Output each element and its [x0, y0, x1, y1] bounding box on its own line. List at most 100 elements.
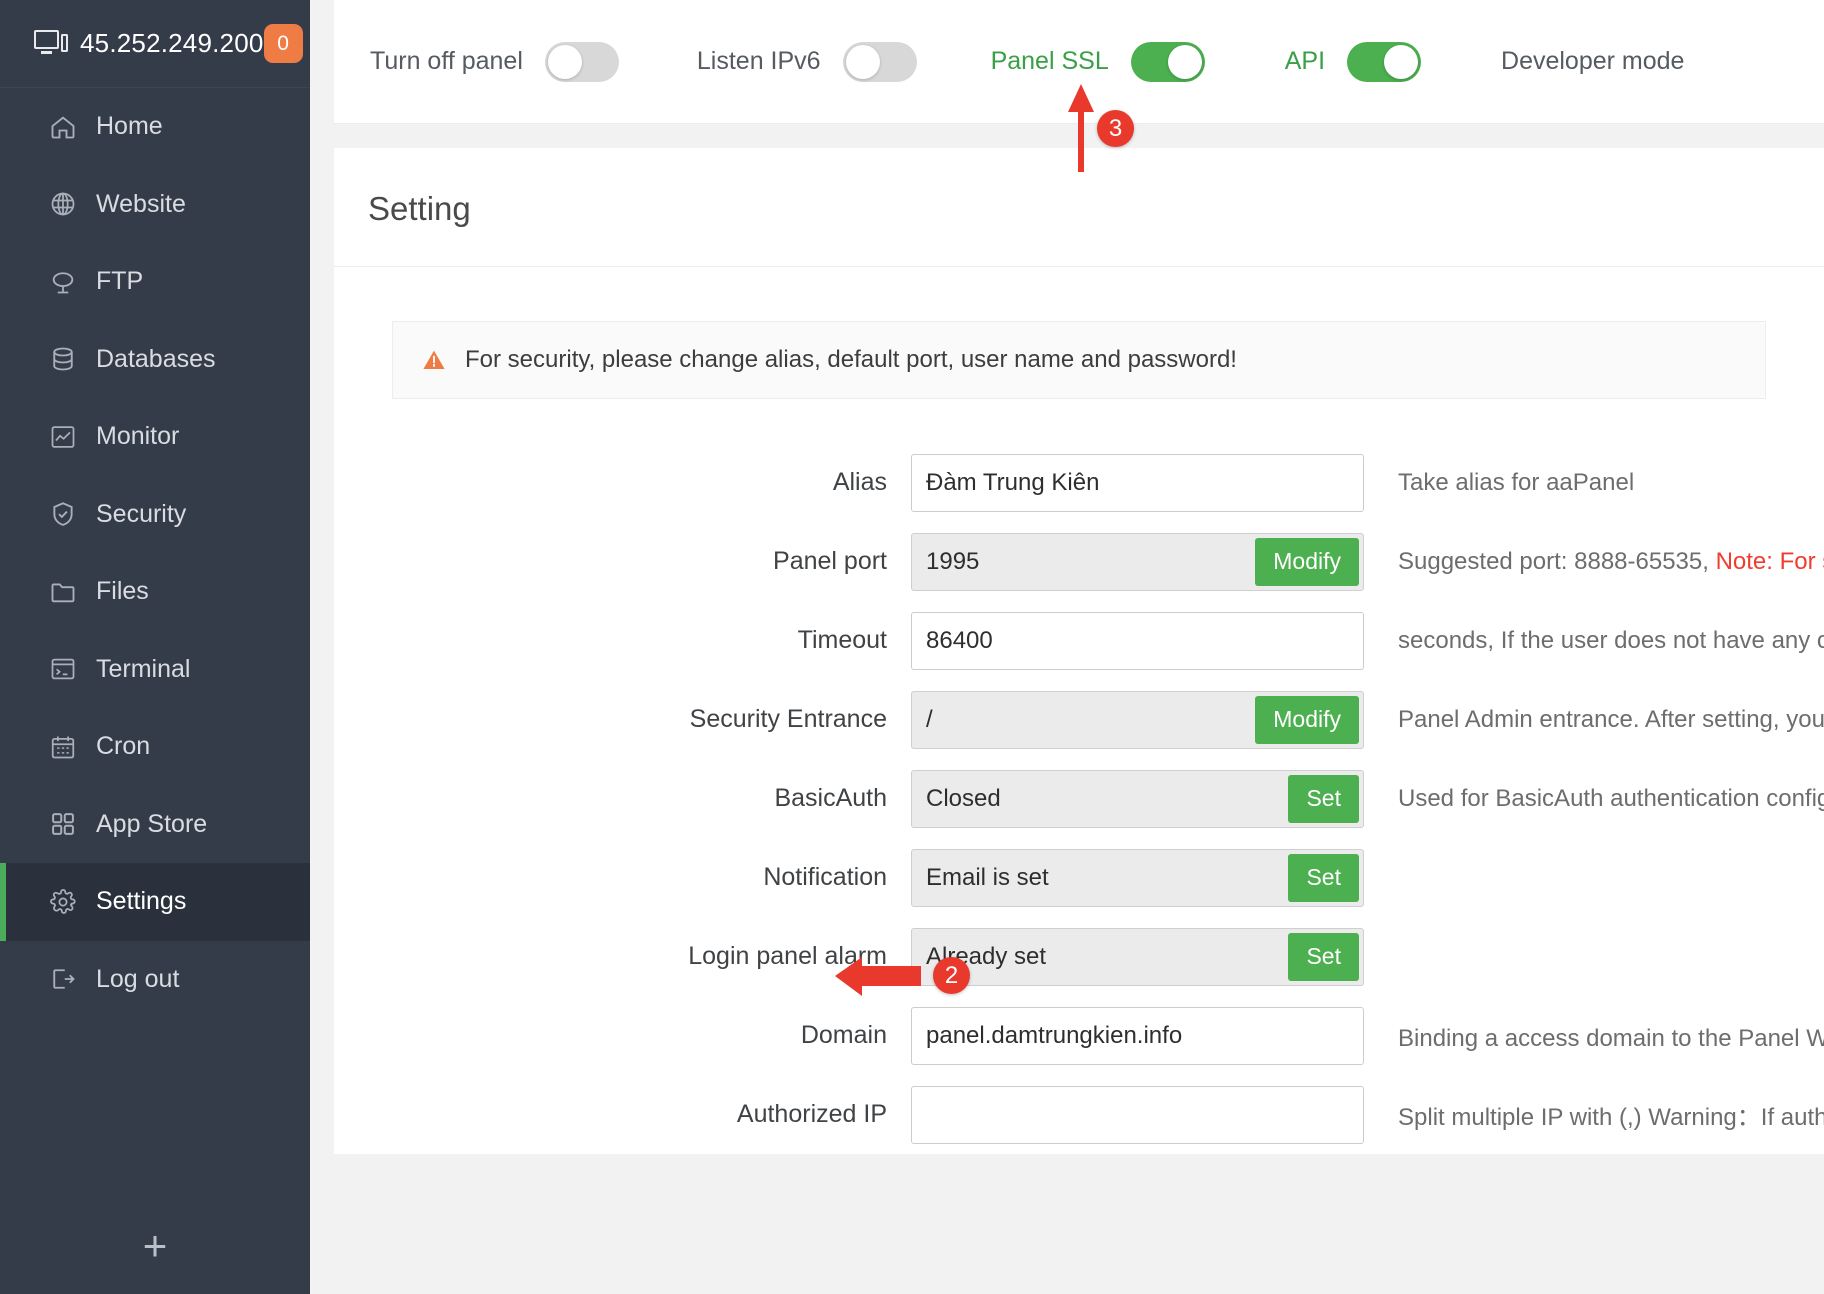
toggle-knob — [548, 45, 582, 79]
authorized-ip-label: Authorized IP — [334, 1100, 911, 1129]
form-row-authorized-ip: Authorized IP Split multiple IP with (,)… — [334, 1075, 1824, 1154]
alias-help-text: Take alias for aaPanel — [1398, 469, 1824, 497]
form-row-notification: Notification Set — [334, 838, 1824, 917]
sidebar-item-label: FTP — [96, 267, 143, 296]
security-notice-text: For security, please change alias, defau… — [465, 346, 1237, 374]
sidebar-item-website[interactable]: Website — [0, 166, 310, 244]
sidebar-item-label: Log out — [96, 965, 179, 994]
folder-icon — [48, 577, 78, 607]
panel-port-help-normal: Suggested port: 8888-65535, — [1398, 548, 1716, 575]
sidebar-item-label: App Store — [96, 810, 207, 839]
sidebar-item-cron[interactable]: Cron — [0, 708, 310, 786]
api-control: API — [1285, 42, 1421, 82]
listen-ipv6-control: Listen IPv6 — [697, 42, 917, 82]
toggle-knob — [1384, 45, 1418, 79]
api-label: API — [1285, 47, 1325, 76]
security-entrance-field-wrap: Modify — [911, 691, 1364, 749]
developer-mode-label: Developer mode — [1501, 47, 1684, 76]
login-panel-alarm-field-wrap: Set — [911, 928, 1364, 986]
notification-label: Notification — [334, 863, 911, 892]
alias-input[interactable] — [911, 454, 1364, 512]
logout-icon — [48, 964, 78, 994]
form-row-timeout: Timeout seconds, If the user does not ha… — [334, 601, 1824, 680]
main-content: Turn off panel Listen IPv6 Panel SSL API… — [310, 0, 1824, 1294]
sidebar-item-terminal[interactable]: Terminal — [0, 631, 310, 709]
sidebar-item-label: Security — [96, 500, 186, 529]
sidebar-item-settings[interactable]: Settings — [0, 863, 310, 941]
panel-port-label: Panel port — [334, 547, 911, 576]
form-row-domain: Domain Binding a access domain to the Pa… — [334, 996, 1824, 1075]
login-panel-alarm-set-button[interactable]: Set — [1288, 933, 1359, 981]
login-panel-alarm-label: Login panel alarm — [334, 942, 911, 971]
panel-ssl-label: Panel SSL — [991, 47, 1109, 76]
annotation-badge-3: 3 — [1097, 110, 1134, 147]
panel-port-modify-button[interactable]: Modify — [1255, 538, 1359, 586]
settings-form: Alias Take alias for aaPanel Panel port … — [334, 399, 1824, 1154]
api-toggle[interactable] — [1347, 42, 1421, 82]
sidebar-add-button[interactable]: + — [0, 1198, 310, 1294]
plus-icon: + — [143, 1225, 168, 1267]
sidebar-item-home[interactable]: Home — [0, 88, 310, 166]
form-row-alias: Alias Take alias for aaPanel — [334, 443, 1824, 522]
app-root: 45.252.249.200 0 Home Web — [0, 0, 1824, 1294]
timeout-input[interactable] — [911, 612, 1364, 670]
sidebar-item-label: Databases — [96, 345, 216, 374]
sidebar-item-app-store[interactable]: App Store — [0, 786, 310, 864]
warning-triangle-icon — [421, 348, 447, 372]
form-row-panel-port: Panel port Modify Suggested port: 8888-6… — [334, 522, 1824, 601]
panel-port-help-warning: Note: For servers with s — [1716, 548, 1824, 575]
sidebar-item-label: Settings — [96, 887, 186, 916]
page-title-bar: Setting — [334, 148, 1824, 267]
gear-icon — [48, 887, 78, 917]
alias-field-wrap — [911, 454, 1364, 512]
sidebar-menu: Home Website — [0, 88, 310, 1198]
sidebar-item-label: Website — [96, 190, 186, 219]
timeout-help-text: seconds, If the user does not have any o… — [1398, 627, 1824, 655]
basicauth-set-button[interactable]: Set — [1288, 775, 1359, 823]
home-icon — [48, 112, 78, 142]
sidebar-item-ftp[interactable]: FTP — [0, 243, 310, 321]
server-monitor-icon — [34, 30, 68, 58]
calendar-icon — [48, 732, 78, 762]
monitor-chart-icon — [48, 422, 78, 452]
turn-off-panel-toggle[interactable] — [545, 42, 619, 82]
developer-mode-control[interactable]: Developer mode — [1501, 47, 1706, 76]
globe-icon — [48, 189, 78, 219]
timeout-label: Timeout — [334, 626, 911, 655]
database-icon — [48, 344, 78, 374]
sidebar-item-log-out[interactable]: Log out — [0, 941, 310, 1019]
domain-field-wrap — [911, 1007, 1364, 1065]
panel-port-help-text: Suggested port: 8888-65535, Note: For se… — [1398, 548, 1824, 576]
toggle-knob — [846, 45, 880, 79]
authorized-ip-field-wrap — [911, 1086, 1364, 1144]
sidebar-item-label: Cron — [96, 732, 150, 761]
sidebar: 45.252.249.200 0 Home Web — [0, 0, 310, 1294]
notification-set-button[interactable]: Set — [1288, 854, 1359, 902]
notification-count-badge[interactable]: 0 — [264, 24, 303, 63]
grid-apps-icon — [48, 809, 78, 839]
listen-ipv6-label: Listen IPv6 — [697, 47, 821, 76]
page-title: Setting — [368, 190, 1824, 228]
ftp-icon — [48, 267, 78, 297]
authorized-ip-help-text: Split multiple IP with (,) Warning：If au… — [1398, 1097, 1824, 1132]
sidebar-item-files[interactable]: Files — [0, 553, 310, 631]
turn-off-panel-label: Turn off panel — [370, 47, 523, 76]
security-notice: For security, please change alias, defau… — [392, 321, 1766, 399]
security-entrance-label: Security Entrance — [334, 705, 911, 734]
settings-card: For security, please change alias, defau… — [334, 267, 1824, 1154]
sidebar-item-databases[interactable]: Databases — [0, 321, 310, 399]
toggle-knob — [1168, 45, 1202, 79]
sidebar-item-monitor[interactable]: Monitor — [0, 398, 310, 476]
settings-toolbar: Turn off panel Listen IPv6 Panel SSL API… — [334, 0, 1824, 124]
timeout-field-wrap — [911, 612, 1364, 670]
domain-input[interactable] — [911, 1007, 1364, 1065]
sidebar-item-label: Terminal — [96, 655, 190, 684]
panel-ssl-toggle[interactable] — [1131, 42, 1205, 82]
notification-field-wrap: Set — [911, 849, 1364, 907]
annotation-badge-2: 2 — [933, 957, 970, 994]
listen-ipv6-toggle[interactable] — [843, 42, 917, 82]
authorized-ip-input[interactable] — [911, 1086, 1364, 1144]
sidebar-item-security[interactable]: Security — [0, 476, 310, 554]
panel-ssl-control: Panel SSL — [991, 42, 1205, 82]
security-entrance-modify-button[interactable]: Modify — [1255, 696, 1359, 744]
